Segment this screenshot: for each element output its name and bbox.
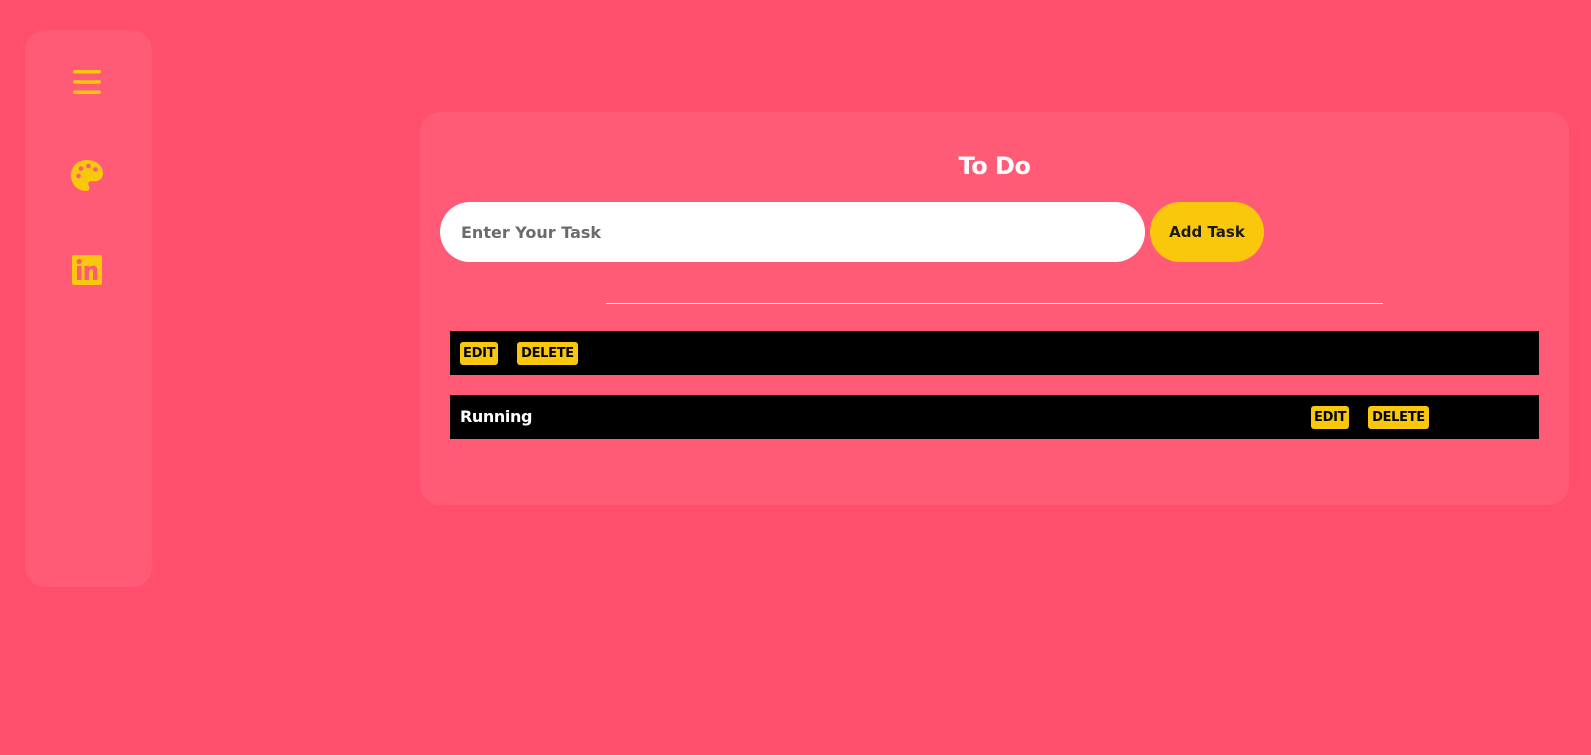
sidebar [25, 30, 152, 587]
todo-card: To Do Add Task EDIT DELETE Running EDIT … [420, 112, 1569, 505]
add-task-button[interactable]: Add Task [1150, 202, 1264, 262]
divider [606, 303, 1383, 304]
delete-button[interactable]: DELETE [517, 342, 578, 365]
delete-button[interactable]: DELETE [1368, 406, 1429, 429]
palette-icon[interactable] [69, 158, 105, 194]
task-row: Running EDIT DELETE [450, 395, 1539, 439]
edit-button[interactable]: EDIT [460, 342, 498, 365]
task-row: EDIT DELETE [450, 331, 1539, 375]
task-text: Running [460, 407, 533, 426]
menu-icon[interactable] [69, 64, 105, 100]
edit-button[interactable]: EDIT [1311, 406, 1349, 429]
linkedin-icon[interactable] [69, 252, 105, 288]
page-title: To Do [958, 152, 1031, 180]
task-input[interactable] [440, 202, 1145, 262]
